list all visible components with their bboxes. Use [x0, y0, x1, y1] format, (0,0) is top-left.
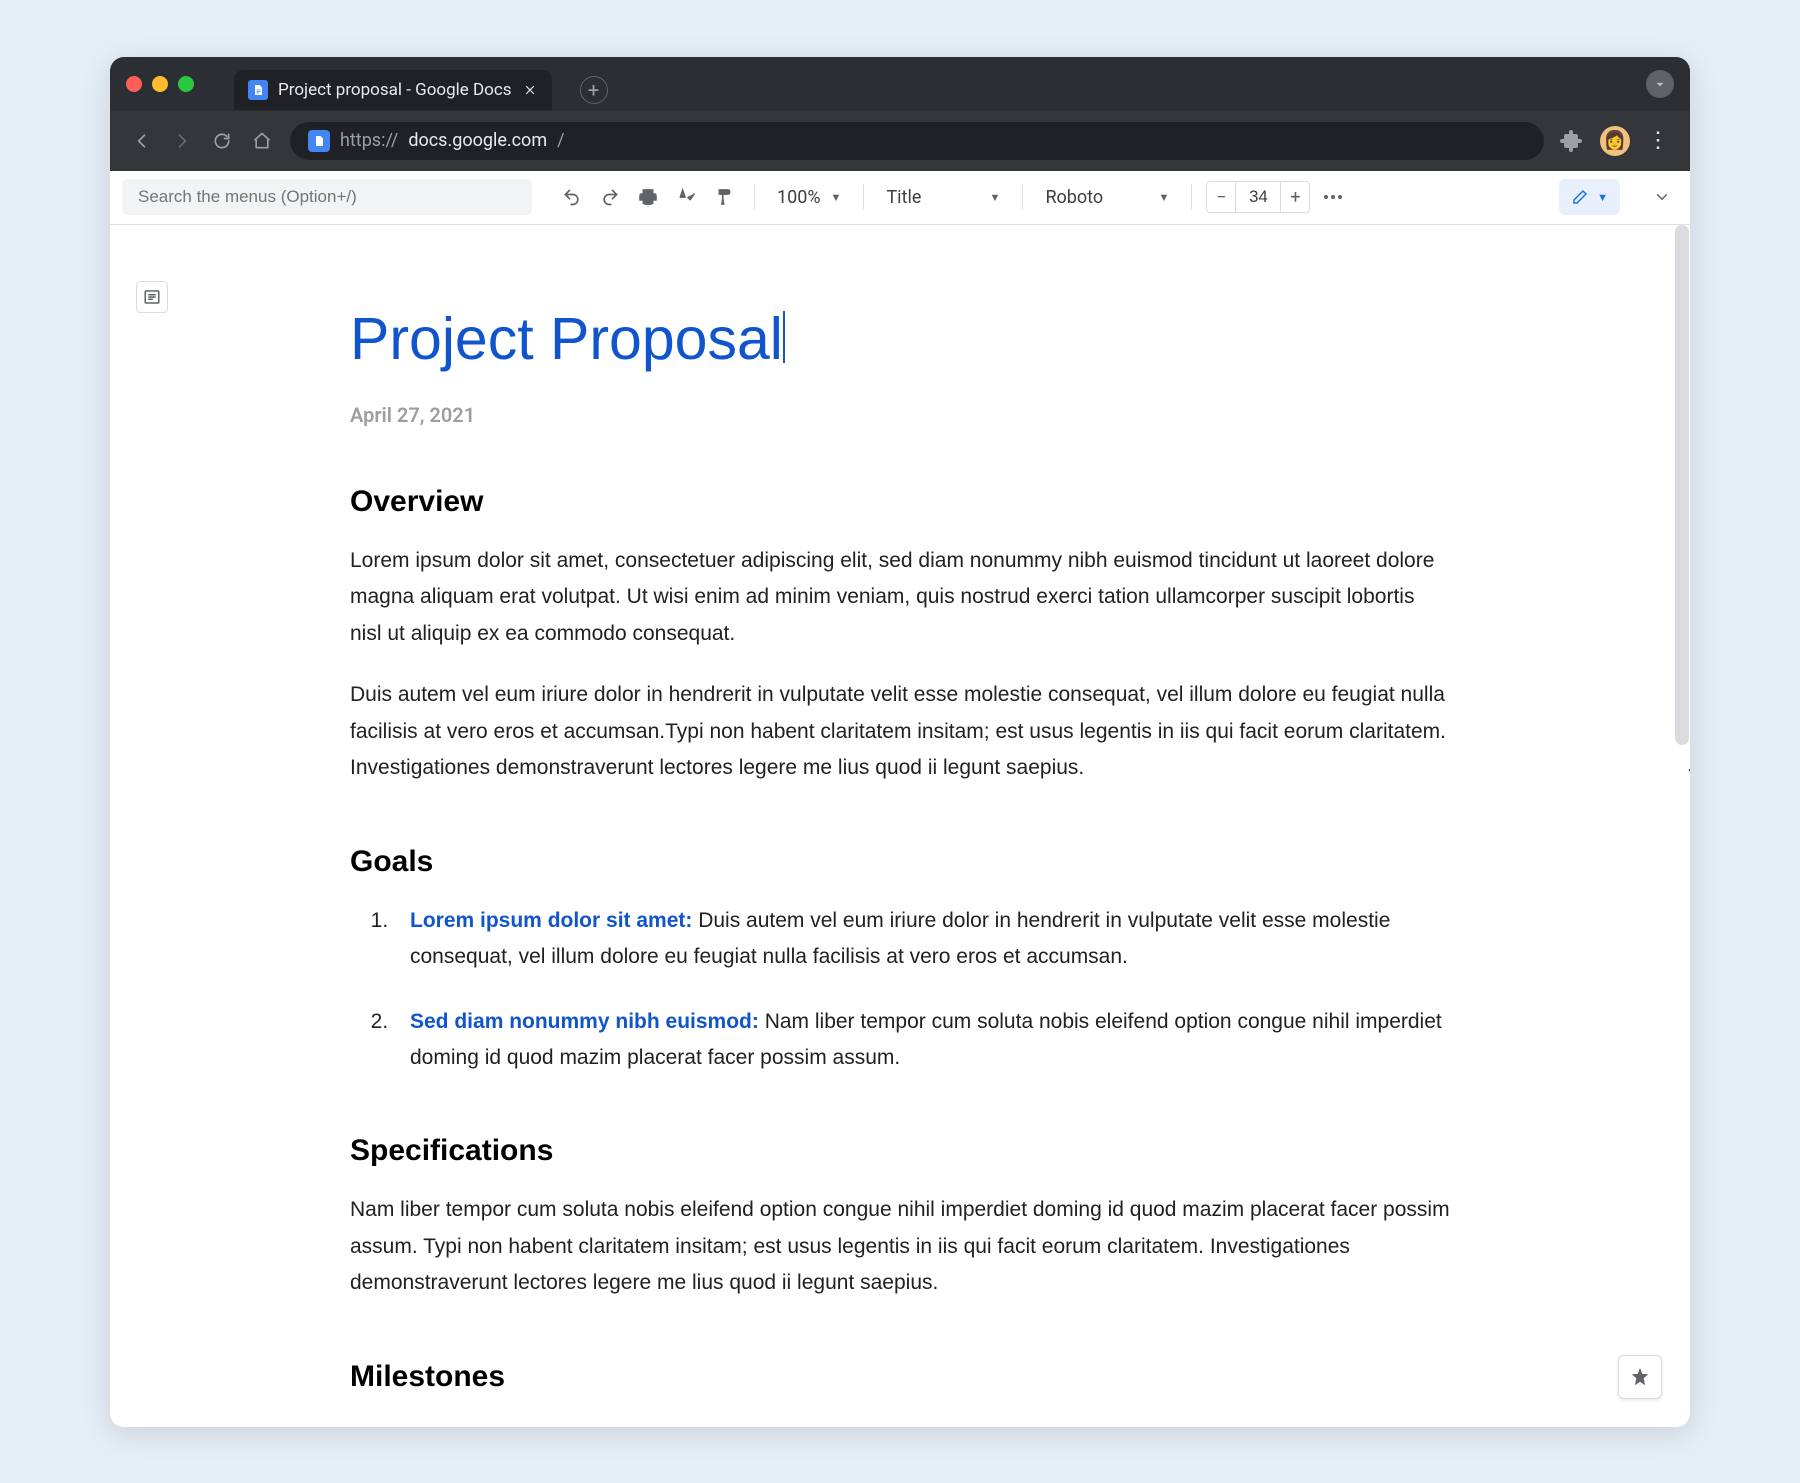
- font-size-input[interactable]: [1235, 182, 1281, 212]
- docs-favicon-icon: [248, 80, 268, 100]
- profile-avatar[interactable]: 👩: [1600, 126, 1630, 156]
- caret-down-icon: ▼: [1159, 191, 1170, 204]
- menu-search-input[interactable]: [122, 179, 532, 215]
- zoom-select[interactable]: 100% ▼: [769, 187, 849, 208]
- paragraph-overview-1[interactable]: Lorem ipsum dolor sit amet, consectetuer…: [350, 543, 1450, 653]
- heading-overview[interactable]: Overview: [350, 485, 1450, 519]
- divider: [1022, 184, 1023, 210]
- url-host: docs.google.com: [408, 130, 547, 151]
- divider: [1191, 184, 1192, 210]
- browser-window: Project proposal - Google Docs + https: [110, 57, 1690, 1427]
- address-bar: https:// docs.google.com / 👩 ⋮: [110, 111, 1690, 171]
- document-viewport: Project Proposal April 27, 2021 Overview…: [110, 225, 1690, 1427]
- account-menu-button[interactable]: [1646, 70, 1674, 98]
- heading-goals[interactable]: Goals: [350, 845, 1450, 879]
- site-favicon-icon: [308, 130, 330, 152]
- divider: [863, 184, 864, 210]
- zoom-value: 100%: [777, 187, 821, 208]
- document-page[interactable]: Project Proposal April 27, 2021 Overview…: [350, 225, 1450, 1395]
- spellcheck-button[interactable]: [670, 181, 702, 213]
- url-scheme: https://: [340, 130, 398, 151]
- divider: [754, 184, 755, 210]
- explore-button[interactable]: [1618, 1355, 1662, 1399]
- maximize-window-button[interactable]: [178, 76, 194, 92]
- minimize-window-button[interactable]: [152, 76, 168, 92]
- paint-format-button[interactable]: [708, 181, 740, 213]
- heading-milestones[interactable]: Milestones: [350, 1360, 1450, 1394]
- editing-mode-button[interactable]: ▼: [1559, 179, 1620, 215]
- new-tab-button[interactable]: +: [580, 76, 608, 104]
- caret-down-icon: ▼: [990, 191, 1001, 204]
- undo-button[interactable]: [556, 181, 588, 213]
- goal-label: Sed diam nonummy nibh euismod:: [410, 1010, 759, 1033]
- paragraph-specifications[interactable]: Nam liber tempor cum soluta nobis eleife…: [350, 1192, 1450, 1302]
- more-toolbar-button[interactable]: [1316, 195, 1350, 199]
- text-cursor: [783, 311, 785, 363]
- titlebar: Project proposal - Google Docs +: [110, 57, 1690, 111]
- font-value: Roboto: [1045, 187, 1103, 208]
- browser-menu-button[interactable]: ⋮: [1646, 128, 1670, 153]
- browser-tab[interactable]: Project proposal - Google Docs: [234, 70, 552, 110]
- font-family-select[interactable]: Roboto ▼: [1037, 187, 1177, 208]
- list-item[interactable]: Lorem ipsum dolor sit amet: Duis autem v…: [394, 903, 1450, 974]
- back-button[interactable]: [130, 129, 154, 153]
- forward-button[interactable]: [170, 129, 194, 153]
- reload-button[interactable]: [210, 129, 234, 153]
- font-size-control: − +: [1206, 181, 1310, 213]
- font-size-increase[interactable]: +: [1281, 187, 1309, 208]
- home-button[interactable]: [250, 129, 274, 153]
- font-size-decrease[interactable]: −: [1207, 187, 1235, 208]
- extensions-button[interactable]: [1560, 129, 1584, 153]
- paragraph-style-select[interactable]: Title ▼: [878, 187, 1008, 208]
- close-tab-button[interactable]: [522, 82, 538, 98]
- window-controls: [126, 76, 194, 92]
- url-path: /: [557, 130, 564, 151]
- style-value: Title: [886, 187, 921, 208]
- close-window-button[interactable]: [126, 76, 142, 92]
- caret-down-icon: ▼: [831, 191, 842, 204]
- caret-down-icon: ▼: [1597, 191, 1608, 204]
- list-item[interactable]: Sed diam nonummy nibh euismod: Nam liber…: [394, 1004, 1450, 1075]
- docs-toolbar: 100% ▼ Title ▼ Roboto ▼ − + ▼: [110, 171, 1690, 225]
- hide-menus-button[interactable]: [1646, 181, 1678, 213]
- document-outline-button[interactable]: [136, 281, 168, 313]
- redo-button[interactable]: [594, 181, 626, 213]
- heading-specifications[interactable]: Specifications: [350, 1134, 1450, 1168]
- print-button[interactable]: [632, 181, 664, 213]
- scrollbar-thumb[interactable]: [1675, 225, 1689, 745]
- document-date[interactable]: April 27, 2021: [350, 403, 1450, 427]
- url-input[interactable]: https:// docs.google.com /: [290, 122, 1544, 160]
- tab-title: Project proposal - Google Docs: [278, 80, 512, 100]
- paragraph-overview-2[interactable]: Duis autem vel eum iriure dolor in hendr…: [350, 677, 1450, 787]
- goals-list[interactable]: Lorem ipsum dolor sit amet: Duis autem v…: [350, 903, 1450, 1076]
- document-title[interactable]: Project Proposal: [350, 305, 783, 373]
- goal-label: Lorem ipsum dolor sit amet:: [410, 909, 692, 932]
